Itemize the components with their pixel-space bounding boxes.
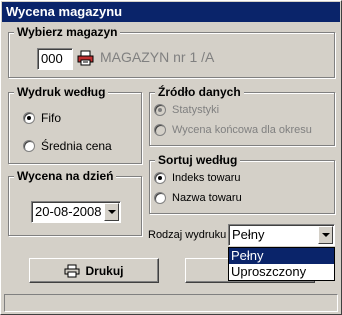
print-type-select[interactable]: Pełny bbox=[228, 224, 335, 246]
print-button-label: Drukuj bbox=[85, 263, 124, 278]
radio-fifo[interactable]: Fifo bbox=[23, 111, 61, 125]
print-type-options-list: Pełny Uproszczony bbox=[228, 247, 335, 281]
radio-name[interactable]: Nazwa towaru bbox=[154, 192, 242, 204]
radio-final-valuation[interactable]: Wycena końcowa dla okresu bbox=[154, 124, 312, 136]
radio-average-price[interactable]: Średnia cena bbox=[23, 139, 112, 153]
print-type-option-simplified[interactable]: Uproszczony bbox=[229, 264, 334, 280]
radio-final-valuation-label: Wycena końcowa dla okresu bbox=[172, 124, 312, 136]
status-bar bbox=[4, 294, 338, 312]
print-type-value: Pełny bbox=[232, 227, 265, 242]
valuation-date-legend: Wycena na dzień bbox=[14, 169, 117, 184]
radio-name-indicator bbox=[154, 192, 166, 204]
sort-by-group: Sortuj według Indeks towaru Nazwa towaru bbox=[149, 153, 335, 214]
printer-icon bbox=[64, 264, 80, 278]
print-type-label: Rodzaj wydruku bbox=[148, 229, 227, 241]
radio-statistics-indicator bbox=[154, 104, 166, 116]
radio-index-indicator bbox=[154, 172, 166, 184]
window-title: Wycena magazynu bbox=[6, 4, 123, 19]
radio-statistics-label: Statystyki bbox=[172, 104, 220, 116]
valuation-date-group: Wycena na dzień 20-08-2008 bbox=[8, 169, 142, 236]
warehouse-name: MAGAZYN nr 1 /A bbox=[100, 49, 215, 65]
radio-fifo-label: Fifo bbox=[41, 111, 62, 125]
valuation-date-picker[interactable]: 20-08-2008 bbox=[31, 201, 121, 223]
print-button[interactable]: Drukuj bbox=[29, 258, 159, 283]
radio-index-label: Indeks towaru bbox=[172, 172, 241, 184]
radio-statistics[interactable]: Statystyki bbox=[154, 104, 219, 116]
warehouse-legend: Wybierz magazyn bbox=[14, 25, 121, 40]
print-type-dropdown-button[interactable] bbox=[318, 226, 333, 244]
warehouse-group: Wybierz magazyn 000 MAGAZYN nr 1 /A bbox=[8, 25, 335, 78]
radio-final-valuation-indicator bbox=[154, 124, 166, 136]
radio-average-price-indicator bbox=[23, 140, 35, 152]
warehouse-code-value: 000 bbox=[41, 51, 63, 66]
printer-icon[interactable] bbox=[77, 50, 95, 66]
valuation-date-value: 20-08-2008 bbox=[35, 204, 102, 219]
print-type-option-full[interactable]: Pełny bbox=[229, 248, 334, 264]
chevron-down-icon bbox=[321, 233, 330, 237]
data-source-group: Źródło danych Statystyki Wycena końcowa … bbox=[149, 85, 335, 146]
print-by-group: Wydruk według Fifo Średnia cena bbox=[8, 85, 142, 164]
dialog-window: Wycena magazynu Wybierz magazyn 000 MAGA… bbox=[0, 0, 342, 315]
print-by-legend: Wydruk według bbox=[14, 85, 109, 100]
title-bar[interactable]: Wycena magazynu bbox=[2, 2, 340, 22]
date-dropdown-button[interactable] bbox=[104, 203, 119, 221]
radio-average-price-label: Średnia cena bbox=[41, 139, 112, 153]
sort-by-legend: Sortuj według bbox=[155, 153, 241, 168]
radio-name-label: Nazwa towaru bbox=[172, 192, 242, 204]
chevron-down-icon bbox=[107, 210, 116, 214]
radio-index[interactable]: Indeks towaru bbox=[154, 172, 240, 184]
warehouse-code-input[interactable]: 000 bbox=[37, 48, 73, 70]
data-source-legend: Źródło danych bbox=[155, 85, 244, 100]
radio-fifo-indicator bbox=[23, 112, 35, 124]
